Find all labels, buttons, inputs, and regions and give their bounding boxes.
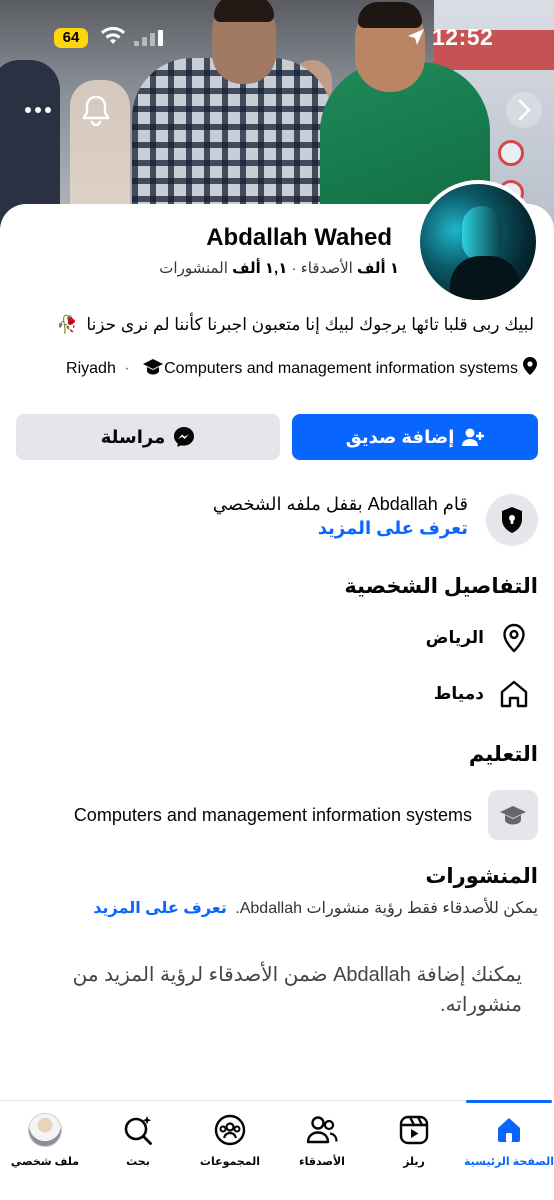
posts-visibility-text: يمكن للأصدقاء فقط رؤية منشورات Abdallah.… [93,900,538,917]
notifications-button[interactable] [76,90,116,130]
education-item: Computers and management information sys… [18,790,538,840]
message-button[interactable]: مراسلة [16,414,280,460]
friends-count: ١ ألف [357,260,399,277]
friends-icon [306,1113,338,1147]
locked-profile-notice: قام Abdallah بقفل ملفه الشخصي تعرف على ا… [18,490,538,546]
message-label: مراسلة [100,426,166,447]
profile-bio: لبيك ربى قلبا تائها يرجوك لبيك إنا متعبو… [14,312,534,338]
tab-search-label: بحث [126,1156,150,1168]
tab-reels-label: ريلز [403,1156,425,1168]
graduation-cap-icon [142,358,164,383]
bottom-navigation: الصفحة الرئيسية ريلز الأصدقاء المجموعات … [0,1100,554,1200]
profile-picture[interactable] [416,180,540,304]
detail-location-text: الرياض [425,628,484,647]
tab-search[interactable]: بحث [93,1101,183,1200]
groups-icon [214,1113,246,1147]
bell-icon [82,95,110,126]
friends-label[interactable]: الأصدقاء [301,260,353,277]
wilted-rose-emoji: 🥀 [56,315,78,334]
profile-avatar [28,1113,62,1147]
location-arrow-icon [407,28,425,51]
add-friend-label: إضافة صديق [345,426,455,447]
profile-stats: ١ ألف الأصدقاء · ١,١ ألف المنشورات [159,260,399,277]
home-icon [494,1113,524,1147]
locked-profile-text: قام Abdallah بقفل ملفه الشخصي [212,494,468,514]
tab-home-label: الصفحة الرئيسية [463,1156,554,1168]
cover-next-button[interactable] [506,92,542,128]
detail-hometown: دمياط [434,674,530,714]
home-icon [498,680,530,708]
education-text: Computers and management information sys… [164,360,518,377]
tab-friends[interactable]: الأصدقاء [277,1101,367,1200]
intro-info: Riyadh · Computers and management inform… [18,356,538,383]
posts-label: المنشورات [159,260,228,277]
tab-reels[interactable]: ريلز [369,1101,459,1200]
clock: 12:52 [432,24,494,50]
profile-name: Abdallah Wahed [206,224,392,251]
map-pin-icon [498,623,530,653]
messenger-icon [174,427,195,447]
tab-home[interactable]: الصفحة الرئيسية [463,1100,554,1200]
search-icon [122,1113,154,1147]
detail-hometown-text: دمياط [433,684,484,703]
detail-location: الرياض [426,618,530,658]
battery-indicator: 64 [54,28,88,48]
locked-shield-icon [486,494,538,546]
map-pin-icon [522,356,538,383]
tab-profile[interactable]: ملف شخصي [0,1101,90,1200]
learn-more-link[interactable]: تعرف على المزيد [213,516,468,540]
ellipsis-icon [25,107,51,113]
tab-profile-label: ملف شخصي [10,1156,80,1168]
add-friend-button[interactable]: إضافة صديق [292,414,538,460]
chevron-right-icon [518,99,531,121]
tab-friends-label: الأصدقاء [299,1156,345,1168]
add-friend-icon [462,428,485,446]
education-item-text: Computers and management information sys… [73,804,472,825]
reels-icon [399,1113,429,1147]
location-text: Riyadh [66,360,116,377]
status-bar: 64 12:52 [0,0,554,66]
tab-groups-label: المجموعات [199,1156,261,1168]
tab-groups[interactable]: المجموعات [185,1101,275,1200]
posts-count: ١,١ ألف [232,260,288,277]
posts-heading: المنشورات [425,865,538,888]
posts-learn-more-link[interactable]: تعرف على المزيد [93,900,227,917]
wifi-icon [100,26,126,51]
cellular-signal-icon [134,30,164,51]
add-friend-to-see-posts-note: يمكنك إضافة Abdallah ضمن الأصدقاء لرؤية … [72,964,522,1016]
education-heading: التعليم [468,743,538,766]
personal-details-heading: التفاصيل الشخصية [344,575,538,598]
graduation-cap-icon [488,790,538,840]
more-options-button[interactable] [18,90,58,130]
